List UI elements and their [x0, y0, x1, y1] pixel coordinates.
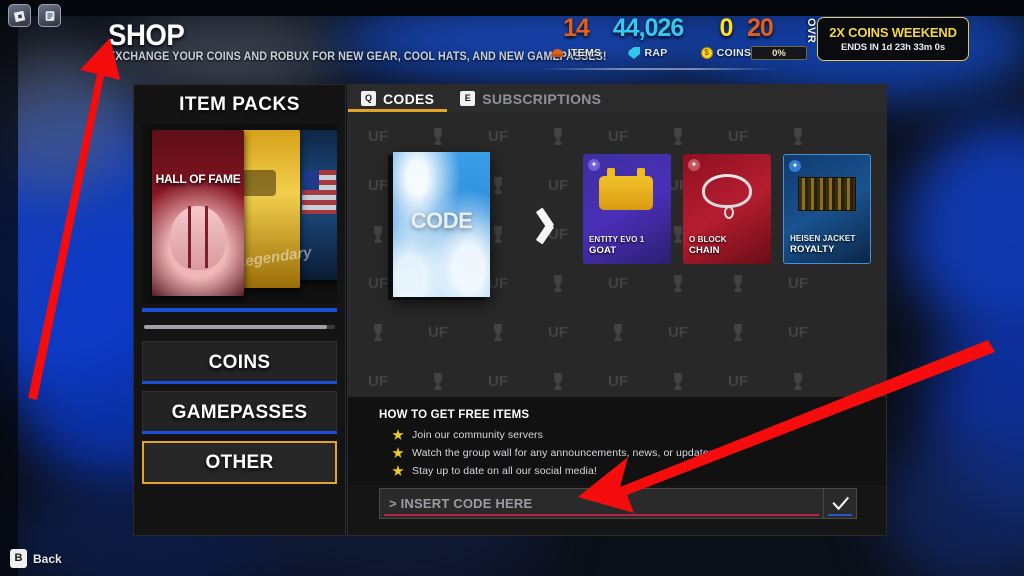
shop-main-panel: Q CODES E SUBSCRIPTIONS UF UF UF UF UF UF UF UF… [347, 84, 887, 536]
stat-items-label: ITEMS [567, 47, 602, 59]
reward-card-1-type: GOAT [589, 245, 617, 256]
star-icon [392, 465, 404, 477]
item-packs-preview[interactable]: All Star Legendary HALL OF FAME [142, 124, 337, 304]
code-pack-image[interactable]: CODE [393, 152, 490, 297]
sidebar-item-coins-label: COINS [208, 351, 271, 373]
player-stats: 14 ITEMS 44,026 RAP 0 $ COINS 20 OVR 0% [540, 16, 817, 72]
how-to-section: HOW TO GET FREE ITEMS Join our community… [348, 397, 886, 485]
how-to-list: Join our community servers Watch the gro… [379, 426, 886, 480]
how-to-item-3: Stay up to date on all our social media! [412, 465, 597, 477]
list-item: Watch the group wall for any announcemen… [379, 444, 886, 462]
launcher-icons [8, 4, 61, 27]
sidebar-item-gamepasses[interactable]: GAMEPASSES [142, 391, 337, 434]
rarity-badge-icon: ✦ [688, 159, 700, 171]
stat-rap-value: 44,026 [612, 14, 684, 42]
ovr-progress-bar: 0% [751, 46, 807, 60]
reward-card-3-name: HEISEN JACKET [790, 234, 856, 243]
how-to-item-1: Join our community servers [412, 429, 543, 441]
back-button-label: Back [33, 551, 62, 566]
promo-timer: ENDS IN 1d 23h 33m 0s [840, 42, 946, 53]
promo-title: 2X COINS WEEKEND [829, 25, 957, 40]
back-button[interactable]: B Back [10, 549, 62, 568]
ovr-progress-value: 0% [772, 47, 786, 59]
star-icon [392, 447, 404, 459]
page-title: SHOP [108, 19, 185, 52]
code-entry-row: > INSERT CODE HERE [379, 488, 857, 519]
tab-subscriptions-key: E [460, 91, 476, 106]
code-input[interactable]: > INSERT CODE HERE [379, 488, 824, 519]
stat-ovr: 20 OVR 0% [745, 16, 817, 60]
menu-list-icon[interactable] [38, 4, 61, 27]
reward-card-3-type: ROYALTY [790, 244, 835, 255]
stat-ovr-label: OVR [805, 18, 817, 44]
code-showcase: UF UF UF UF UF UF UF UF UF UF UF UF UF UF UF UF UF UF UF UF… [348, 112, 886, 397]
list-item: Join our community servers [379, 426, 886, 444]
list-item: Stay up to date on all our social media! [379, 462, 886, 480]
shop-header: SHOP EXCHANGE YOUR COINS AND ROBUX FOR N… [0, 0, 1024, 76]
pack-card-1: HALL OF FAME [152, 130, 244, 296]
sidebar-item-coins[interactable]: COINS [142, 341, 337, 384]
tab-codes-key: Q [361, 91, 376, 106]
sidebar-item-other-label: OTHER [205, 451, 274, 473]
tab-codes[interactable]: Q CODES [348, 85, 448, 112]
sidebar-scrollbar[interactable] [144, 320, 335, 334]
sidebar-item-other[interactable]: OTHER [142, 441, 337, 484]
chevron-right-icon [538, 208, 562, 242]
tag-icon [628, 47, 641, 59]
submit-code-button[interactable] [824, 488, 857, 519]
tab-subscriptions-label: SUBSCRIPTIONS [482, 90, 602, 107]
reward-card-1-name: ENTITY EVO 1 [589, 235, 645, 244]
stat-rap-label: RAP [644, 47, 668, 59]
back-button-key: B [10, 549, 27, 568]
shop-sidebar: ITEM PACKS All Star Legendary HALL OF FA… [133, 84, 346, 536]
pack-card-1-label: HALL OF FAME [155, 172, 241, 186]
reward-card-heisen-jacket[interactable]: ✦ HEISEN JACKET ROYALTY [783, 154, 871, 264]
checkmark-icon [831, 496, 849, 511]
promo-banner[interactable]: 2X COINS WEEKEND ENDS IN 1d 23h 33m 0s [817, 17, 969, 61]
reward-card-2-name: O BLOCK [689, 235, 727, 244]
stat-rap: 44,026 RAP [603, 16, 693, 59]
star-icon [392, 429, 404, 441]
rarity-badge-icon: ✦ [588, 159, 600, 171]
tab-bar: Q CODES E SUBSCRIPTIONS [348, 85, 886, 112]
rarity-badge-icon: ✦ [789, 160, 801, 172]
stat-items: 14 ITEMS [540, 16, 612, 59]
code-input-placeholder: > INSERT CODE HERE [389, 496, 533, 511]
stats-divider [538, 68, 778, 70]
item-packs-accent-bar [142, 308, 337, 312]
page-subtitle: EXCHANGE YOUR COINS AND ROBUX FOR NEW GE… [108, 51, 607, 63]
roblox-logo-icon[interactable] [8, 4, 31, 27]
sidebar-item-gamepasses-label: GAMEPASSES [171, 401, 308, 423]
coin-icon: $ [700, 47, 713, 59]
how-to-heading: HOW TO GET FREE ITEMS [379, 409, 530, 421]
reward-card-entity-evo-1[interactable]: ✦ ENTITY EVO 1 GOAT [583, 154, 671, 264]
tab-codes-label: CODES [383, 90, 435, 107]
reward-card-2-type: CHAIN [689, 245, 720, 256]
cap-icon [550, 49, 564, 57]
tab-subscriptions[interactable]: E SUBSCRIPTIONS [447, 85, 614, 112]
code-pack-label: CODE [410, 208, 473, 233]
stat-items-value: 14 [563, 14, 590, 42]
reward-card-o-block[interactable]: ✦ O BLOCK CHAIN [683, 154, 771, 264]
how-to-item-2: Watch the group wall for any announcemen… [412, 447, 718, 459]
sidebar-heading: ITEM PACKS [179, 94, 300, 115]
stat-coins-label: COINS [716, 47, 752, 59]
